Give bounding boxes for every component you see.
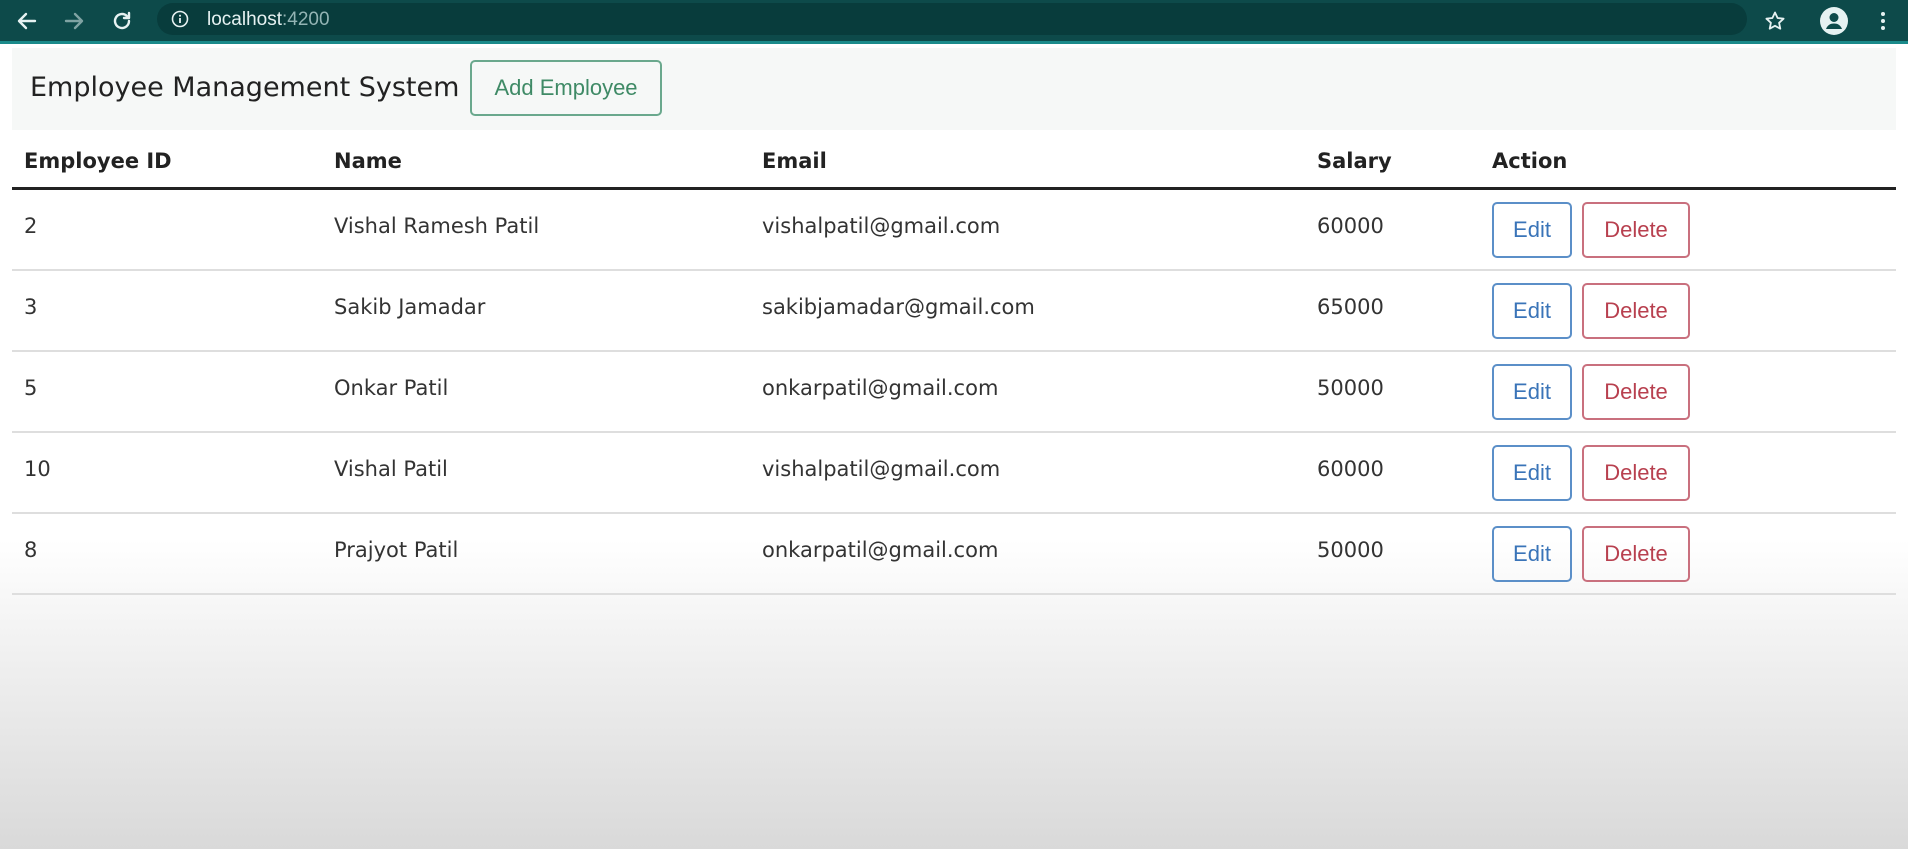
- delete-button[interactable]: Delete: [1582, 363, 1690, 420]
- cell-name: Onkar Patil: [334, 375, 449, 400]
- header-action: Action: [1480, 137, 1896, 190]
- cell-employee-id: 3: [24, 294, 38, 319]
- employee-table: Employee ID Name Email Salary Action 2 V…: [12, 137, 1896, 595]
- edit-button[interactable]: Edit: [1492, 444, 1572, 501]
- table-row: 5 Onkar Patil onkarpatil@gmail.com 50000…: [12, 350, 1896, 433]
- edit-button[interactable]: Edit: [1492, 363, 1572, 420]
- table-row: 3 Sakib Jamadar sakibjamadar@gmail.com 6…: [12, 269, 1896, 352]
- cell-name: Prajyot Patil: [334, 537, 459, 562]
- table-header-row: Employee ID Name Email Salary Action: [12, 137, 1896, 190]
- app-title: Employee Management System: [30, 72, 460, 103]
- cell-email: vishalpatil@gmail.com: [762, 214, 1001, 238]
- cell-email: sakibjamadar@gmail.com: [762, 294, 1035, 319]
- reload-icon[interactable]: [107, 6, 137, 36]
- edit-button[interactable]: Edit: [1492, 202, 1572, 258]
- url-host: localhost: [207, 9, 282, 30]
- url-port: :4200: [282, 9, 330, 30]
- browser-toolbar: localhost:4200: [0, 0, 1908, 44]
- cell-email: onkarpatil@gmail.com: [762, 375, 999, 400]
- delete-button[interactable]: Delete: [1582, 202, 1690, 258]
- cell-name: Sakib Jamadar: [334, 294, 486, 319]
- app-navbar: Employee Management System Add Employee: [12, 48, 1896, 130]
- cell-name: Vishal Patil: [334, 456, 448, 481]
- forward-arrow-icon[interactable]: [59, 6, 89, 36]
- cell-email: vishalpatil@gmail.com: [762, 456, 1001, 481]
- cell-employee-id: 10: [24, 456, 51, 481]
- cell-employee-id: 8: [24, 537, 38, 562]
- address-bar[interactable]: localhost:4200: [157, 3, 1747, 35]
- delete-button[interactable]: Delete: [1582, 525, 1690, 582]
- cell-salary: 65000: [1317, 294, 1384, 319]
- cell-employee-id: 5: [24, 375, 38, 400]
- delete-button[interactable]: Delete: [1582, 282, 1690, 339]
- cell-name: Vishal Ramesh Patil: [334, 214, 540, 238]
- cell-employee-id: 2: [24, 214, 38, 238]
- cell-salary: 50000: [1317, 375, 1384, 400]
- table-row: 10 Vishal Patil vishalpatil@gmail.com 60…: [12, 431, 1896, 514]
- table-row: 2 Vishal Ramesh Patil vishalpatil@gmail.…: [12, 188, 1896, 271]
- url-text[interactable]: localhost:4200: [207, 9, 330, 31]
- table-row: 8 Prajyot Patil onkarpatil@gmail.com 500…: [12, 512, 1896, 595]
- add-employee-button[interactable]: Add Employee: [470, 60, 662, 116]
- cell-salary: 60000: [1317, 214, 1384, 238]
- star-icon[interactable]: [1760, 6, 1790, 36]
- profile-icon[interactable]: [1819, 6, 1849, 36]
- header-salary: Salary: [1305, 137, 1480, 190]
- edit-button[interactable]: Edit: [1492, 282, 1572, 339]
- back-arrow-icon[interactable]: [12, 6, 42, 36]
- header-employee-id: Employee ID: [12, 137, 322, 190]
- edit-button[interactable]: Edit: [1492, 525, 1572, 582]
- info-icon[interactable]: [171, 10, 189, 28]
- delete-button[interactable]: Delete: [1582, 444, 1690, 501]
- header-email: Email: [750, 137, 1305, 190]
- cell-salary: 50000: [1317, 537, 1384, 562]
- header-name: Name: [322, 137, 750, 190]
- menu-kebab-icon[interactable]: [1868, 6, 1898, 36]
- cell-salary: 60000: [1317, 456, 1384, 481]
- cell-email: onkarpatil@gmail.com: [762, 537, 999, 562]
